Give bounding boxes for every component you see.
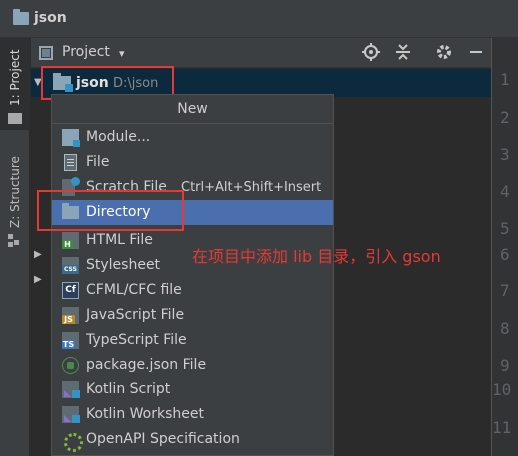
line-number: 7 (500, 281, 510, 300)
editor-gutter: 1 2 3 4 5 6 7 8 9 10 11 (491, 38, 518, 456)
menu-item-label: TypeScript File (86, 332, 187, 348)
menu-item-openapi-specification[interactable]: OpenAPI Specification (52, 427, 333, 452)
menu-item-label: package.json File (86, 357, 207, 373)
annotation-text: 在项目中添加 lib 目录，引入 gson (192, 247, 441, 266)
menu-item-label: Kotlin Script (86, 381, 171, 397)
line-number: 9 (500, 356, 510, 375)
menu-item-label: JavaScript File (86, 307, 185, 323)
project-view-label[interactable]: Project (62, 44, 110, 60)
collapsed-arrow-icon[interactable]: ▶ (34, 274, 42, 285)
menu-item-package-json[interactable]: package.json File (52, 353, 333, 378)
menu-item-label: Stylesheet (86, 257, 161, 273)
left-tool-strip: 1: Project Z: Structure (0, 38, 30, 456)
menu-item-file[interactable]: File (52, 150, 333, 175)
project-tool-tab[interactable]: 1: Project (0, 38, 30, 130)
collapse-all-icon[interactable] (393, 43, 413, 63)
openapi-icon (62, 431, 83, 452)
line-number: 8 (500, 319, 510, 338)
menu-item-label: HTML File (86, 232, 153, 248)
menu-item-shortcut: Ctrl+Alt+Shift+Insert (181, 180, 322, 195)
line-number: 2 (500, 108, 510, 127)
line-number: 4 (500, 182, 510, 201)
structure-icon[interactable] (8, 234, 21, 247)
project-view-icon (39, 46, 53, 60)
chevron-down-icon[interactable]: ▾ (119, 47, 125, 60)
javascript-file-icon: JS (62, 307, 79, 324)
kotlin-worksheet-icon (62, 406, 80, 423)
menu-item-typescript-file[interactable]: TS TypeScript File (52, 328, 333, 353)
collapsed-arrow-icon[interactable]: ▶ (34, 249, 42, 260)
css-file-icon: CSS (62, 257, 79, 274)
structure-tab-label[interactable]: Z: Structure (8, 156, 22, 228)
folder-icon (13, 9, 29, 25)
project-folder-icon (8, 113, 22, 124)
npm-package-icon (62, 357, 79, 374)
cfml-file-icon: Cf (62, 282, 79, 299)
window-title: json (34, 10, 67, 26)
project-panel-header: Project ▾ (31, 38, 491, 68)
menu-item-kotlin-worksheet[interactable]: Kotlin Worksheet (52, 402, 333, 427)
menu-item-javascript-file[interactable]: JS JavaScript File (52, 303, 333, 328)
hide-panel-icon[interactable] (466, 43, 486, 63)
menu-item-module[interactable]: Module... (52, 125, 333, 150)
menu-item-label: CFML/CFC file (86, 282, 182, 298)
line-number: 10 (492, 380, 512, 399)
line-number: 5 (500, 219, 510, 238)
menu-item-label: OpenAPI Specification (86, 431, 240, 447)
kotlin-script-icon (62, 381, 80, 398)
module-icon (62, 129, 80, 147)
menu-item-kotlin-script[interactable]: Kotlin Script (52, 377, 333, 402)
menu-item-cfml-file[interactable]: Cf CFML/CFC file (52, 278, 333, 303)
highlight-box-directory (37, 190, 184, 231)
html-file-icon: H (62, 232, 79, 249)
menu-item-label: Kotlin Worksheet (86, 406, 204, 422)
title-bar: json (0, 0, 518, 38)
line-number: 11 (492, 418, 512, 437)
locate-icon[interactable] (361, 43, 381, 63)
popup-title: New (177, 101, 208, 117)
new-popup-menu: New Module... File Scratch File Ctrl+Alt… (51, 94, 334, 456)
typescript-file-icon: TS (62, 332, 79, 349)
project-tab-label[interactable]: 1: Project (8, 49, 22, 106)
file-icon (64, 154, 77, 171)
gear-icon[interactable] (434, 43, 454, 63)
line-number: 3 (500, 145, 510, 164)
line-number: 6 (500, 245, 510, 264)
line-number: 1 (500, 70, 510, 89)
menu-item-label: Module... (86, 129, 151, 145)
menu-item-label: File (86, 154, 110, 170)
popup-header: New (52, 95, 333, 124)
